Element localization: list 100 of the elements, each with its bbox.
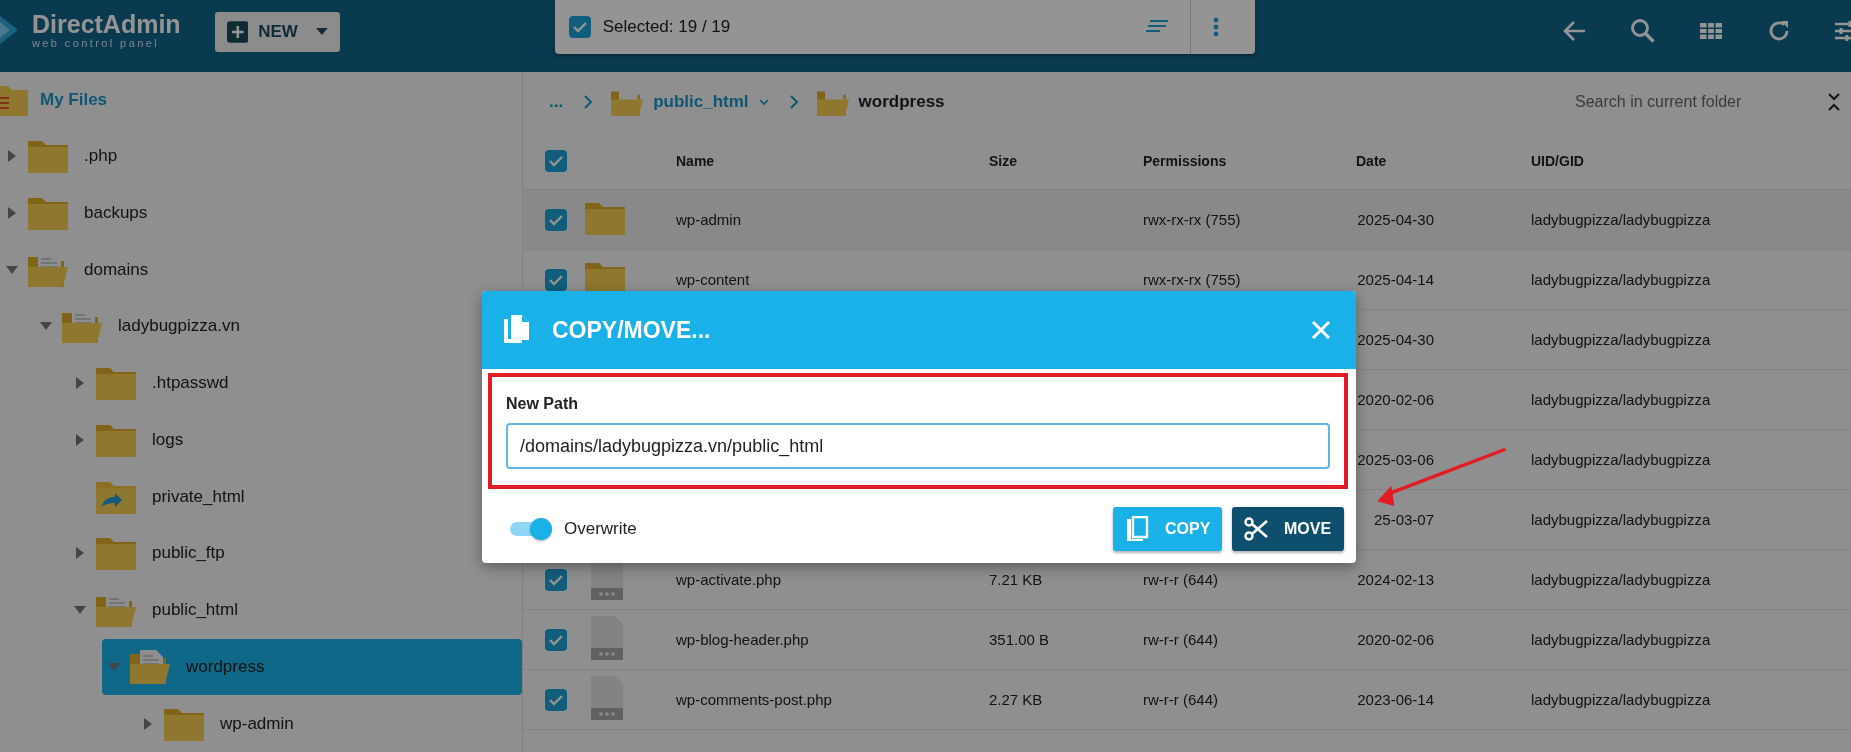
file-size: 351.00 B bbox=[989, 631, 1051, 648]
logo-name: DirectAdmin bbox=[32, 10, 181, 37]
owner-cell-text: ladybugpizza/ladybugpizza bbox=[1531, 451, 1712, 468]
expand-arrow-icon[interactable] bbox=[142, 717, 154, 730]
owner-cell-text: ladybugpizza/ladybugpizza bbox=[1531, 331, 1712, 348]
owner-cell-text: ladybugpizza/ladybugpizza bbox=[1531, 511, 1712, 528]
dialog-title: COPY/MOVE... bbox=[552, 316, 711, 344]
row-checkbox[interactable] bbox=[545, 208, 567, 231]
chevron-right-icon bbox=[583, 95, 594, 109]
expand-arrow-icon[interactable] bbox=[74, 433, 86, 446]
folder-icon bbox=[28, 139, 68, 174]
file-icon bbox=[589, 676, 625, 720]
dropdown-caret-icon[interactable] bbox=[758, 98, 769, 106]
owner-cell-text: ladybugpizza/ladybugpizza bbox=[1531, 571, 1712, 588]
file-name: wp-activate.php bbox=[676, 571, 783, 588]
permissions-cell-text: rw-r-r (644) bbox=[1143, 571, 1219, 588]
column-header[interactable]: Name bbox=[676, 152, 989, 169]
tree-item[interactable]: wp-admin bbox=[136, 695, 294, 752]
expand-arrow-icon[interactable] bbox=[6, 150, 18, 163]
sort-icon[interactable] bbox=[1143, 19, 1168, 35]
date-cell: 2023-06-14 bbox=[1357, 691, 1434, 708]
owner-cell-text: ladybugpizza/ladybugpizza bbox=[1531, 211, 1712, 228]
collapse-icon[interactable] bbox=[1827, 92, 1841, 112]
breadcrumb-item[interactable]: wordpress bbox=[858, 92, 945, 112]
folder-icon bbox=[96, 536, 136, 571]
plus-icon bbox=[226, 21, 249, 43]
permissions-cell-text: rwx-rx-rx (755) bbox=[1143, 271, 1242, 288]
home-folder-icon bbox=[0, 83, 28, 116]
caret-icon bbox=[315, 28, 328, 36]
date-cell: 2025-04-14 bbox=[1357, 271, 1434, 288]
date-cell: 2024-02-13 bbox=[1357, 571, 1434, 588]
folder-icon bbox=[96, 366, 136, 401]
copy-icon bbox=[504, 315, 530, 345]
tree-item[interactable]: .php bbox=[0, 127, 118, 185]
new-button[interactable]: NEW bbox=[214, 12, 340, 52]
column-header[interactable]: Date bbox=[1356, 152, 1531, 169]
row-checkbox[interactable] bbox=[545, 268, 567, 291]
file-name: wp-blog-header.php bbox=[676, 631, 810, 648]
row-checkbox[interactable] bbox=[545, 628, 567, 651]
folder-icon bbox=[164, 706, 204, 741]
search-icon[interactable] bbox=[1629, 17, 1657, 45]
logo-tagline: web control panel bbox=[32, 36, 161, 50]
date-cell: 2020-02-06 bbox=[1357, 631, 1434, 648]
chevron-right-icon bbox=[788, 95, 799, 109]
tree-item[interactable]: domains bbox=[0, 241, 149, 298]
tree-item[interactable]: public_html bbox=[68, 581, 238, 639]
column-header[interactable]: UID/GID bbox=[1531, 152, 1851, 169]
owner-cell-text: ladybugpizza/ladybugpizza bbox=[1531, 391, 1712, 408]
expand-arrow-icon[interactable] bbox=[6, 206, 18, 219]
copy-icon bbox=[1125, 516, 1149, 542]
file-size: 7.21 KB bbox=[989, 571, 1044, 588]
close-icon[interactable] bbox=[1310, 319, 1332, 341]
permissions-cell-text: rwx-rx-rx (755) bbox=[1143, 211, 1242, 228]
search-field[interactable]: Search in current folder bbox=[1573, 92, 1807, 112]
column-header[interactable]: Size bbox=[989, 152, 1143, 169]
date-cell: 2020-02-06 bbox=[1357, 391, 1434, 408]
collapse-arrow-icon[interactable] bbox=[108, 660, 120, 673]
date-cell: 2025-04-30 bbox=[1357, 331, 1434, 348]
owner-cell-text: ladybugpizza/ladybugpizza bbox=[1531, 631, 1712, 648]
collapse-arrow-icon[interactable] bbox=[6, 263, 18, 276]
folder-icon bbox=[585, 201, 625, 235]
tree-item[interactable]: private_html bbox=[68, 468, 245, 525]
toggle-label: Overwrite bbox=[564, 519, 637, 539]
tree-item[interactable]: public_ftp bbox=[68, 525, 225, 582]
folder-icon bbox=[28, 195, 68, 230]
permissions-cell-text: rw-r-r (644) bbox=[1143, 631, 1219, 648]
selected-tree-item[interactable]: wordpress bbox=[102, 638, 522, 696]
file-name: wp-content bbox=[676, 271, 751, 288]
selection-count: Selected: 19 / 19 bbox=[602, 17, 731, 37]
date-cell: 2025-04-30 bbox=[1357, 211, 1434, 228]
tree-item[interactable]: backups bbox=[0, 184, 148, 242]
open-folder-icon bbox=[611, 88, 644, 116]
tree-item[interactable]: ladybugpizza.vn bbox=[34, 298, 240, 355]
file-icon bbox=[589, 616, 625, 660]
field-label: New Path bbox=[506, 395, 579, 413]
expand-arrow-icon[interactable] bbox=[74, 547, 86, 560]
expand-arrow-icon[interactable] bbox=[74, 377, 86, 390]
row-checkbox[interactable] bbox=[545, 568, 567, 591]
overwrite-toggle[interactable] bbox=[508, 517, 552, 541]
column-header[interactable]: Permissions bbox=[1143, 152, 1356, 169]
open-folder-icon bbox=[130, 649, 170, 684]
file-name: wp-admin bbox=[676, 211, 743, 228]
permissions-cell-text: rw-r-r (644) bbox=[1143, 691, 1219, 708]
open-folder-icon bbox=[816, 88, 849, 116]
tree-item[interactable]: .htpasswd bbox=[68, 354, 229, 412]
file-name: wp-comments-post.php bbox=[676, 691, 833, 708]
row-checkbox[interactable] bbox=[545, 688, 567, 711]
owner-cell-text: ladybugpizza/ladybugpizza bbox=[1531, 271, 1712, 288]
owner-cell-text: ladybugpizza/ladybugpizza bbox=[1531, 691, 1712, 708]
date-cell: 25-03-07 bbox=[1373, 511, 1434, 528]
folder-shortcut-icon bbox=[96, 479, 136, 514]
file-size: 2.27 KB bbox=[989, 691, 1044, 708]
select-checkbox[interactable] bbox=[568, 16, 591, 38]
more-options-icon[interactable] bbox=[1212, 17, 1219, 37]
move-button[interactable]: MOVE bbox=[1232, 507, 1344, 551]
folder-icon bbox=[96, 422, 136, 457]
date-cell: 2025-03-06 bbox=[1357, 451, 1434, 468]
tree-item[interactable]: logs bbox=[68, 411, 184, 469]
path-field[interactable]: /domains/ladybugpizza.vn/public_html bbox=[506, 423, 1330, 469]
select-all-checkbox[interactable] bbox=[545, 149, 567, 172]
